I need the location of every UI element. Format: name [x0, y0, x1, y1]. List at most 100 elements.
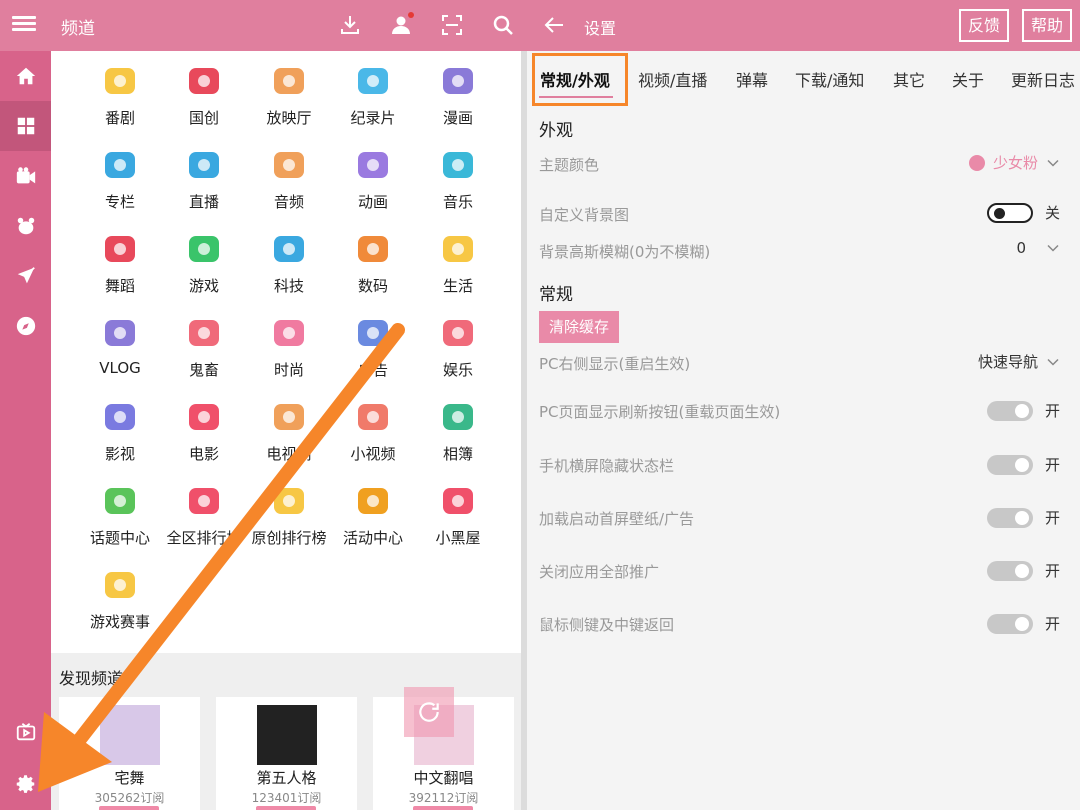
tab-changelog[interactable]: 更新日志 — [1011, 67, 1075, 91]
channel-item[interactable]: 音频 — [247, 145, 331, 212]
channel-item[interactable]: 漫画 — [416, 61, 500, 128]
tab-danmaku[interactable]: 弹幕 — [736, 67, 768, 91]
help-button[interactable]: 帮助 — [1022, 9, 1073, 42]
channel-item[interactable]: 鬼畜 — [162, 313, 246, 380]
tab-other[interactable]: 其它 — [893, 67, 925, 91]
blur-select[interactable]: 0 — [1016, 239, 1060, 257]
channel-label: 广告 — [357, 361, 388, 379]
toggle-row: 开 — [986, 400, 1060, 421]
channel-label: 放映厅 — [266, 109, 312, 127]
setting-toggle[interactable] — [986, 560, 1033, 581]
channel-label: 生活 — [442, 277, 473, 295]
custom-bg-toggle-row: 关 — [986, 202, 1060, 223]
channel-item[interactable]: 广告 — [331, 313, 415, 380]
channel-item[interactable]: 电视剧 — [247, 397, 331, 464]
discover-card-1[interactable]: 宅舞 305262订阅 — [59, 697, 200, 810]
channel-item[interactable]: 国创 — [162, 61, 246, 128]
channel-item[interactable]: 科技 — [247, 229, 331, 296]
fan-icon — [100, 229, 140, 269]
channel-item[interactable]: 全区排行榜 — [162, 481, 246, 548]
channel-item[interactable]: 数码 — [331, 229, 415, 296]
channel-item[interactable]: 小视频 — [331, 397, 415, 464]
channels-title: 频道 — [61, 19, 95, 39]
card-subscribers: 392112订阅 — [408, 791, 479, 805]
refresh-float-button[interactable] — [404, 687, 454, 737]
channel-label: 小视频 — [350, 445, 396, 463]
setting-toggle[interactable] — [986, 454, 1033, 475]
subscribe-bar[interactable] — [99, 806, 159, 810]
channel-item[interactable]: 电影 — [162, 397, 246, 464]
channel-item[interactable]: 纪录片 — [331, 61, 415, 128]
card-thumbnail — [256, 705, 317, 765]
channel-item[interactable]: 娱乐 — [416, 313, 500, 380]
channel-item[interactable]: 生活 — [416, 229, 500, 296]
settings-gear-icon[interactable] — [0, 759, 51, 809]
channel-item[interactable]: 舞蹈 — [78, 229, 162, 296]
channel-item[interactable]: 时尚 — [247, 313, 331, 380]
channel-label: 国创 — [188, 109, 219, 127]
bear-nav-icon[interactable] — [0, 201, 51, 251]
custom-bg-toggle[interactable] — [986, 202, 1033, 223]
tab-download-notify[interactable]: 下载/通知 — [795, 67, 864, 91]
toggle-row: 开 — [986, 613, 1060, 634]
discover-card-2[interactable]: 第五人格 123401订阅 — [216, 697, 357, 810]
menu-icon[interactable] — [12, 13, 36, 37]
setting-toggle[interactable] — [986, 613, 1033, 634]
feedback-button[interactable]: 反馈 — [959, 9, 1010, 42]
plane-nav-icon[interactable] — [0, 251, 51, 301]
channel-item[interactable]: 游戏赛事 — [78, 565, 162, 632]
tab-general-appearance[interactable]: 常规/外观 — [540, 67, 610, 91]
download-icon[interactable] — [336, 11, 364, 39]
setting-toggle[interactable] — [986, 507, 1033, 528]
channel-item[interactable]: 专栏 — [78, 145, 162, 212]
channel-label: 音乐 — [442, 193, 473, 211]
channel-item[interactable]: 动画 — [331, 145, 415, 212]
tab-about[interactable]: 关于 — [952, 67, 984, 91]
search-icon[interactable] — [489, 11, 517, 39]
compass-nav-icon[interactable] — [0, 301, 51, 351]
clear-cache-button[interactable]: 清除缓存 — [539, 311, 620, 343]
channel-item[interactable]: 音乐 — [416, 145, 500, 212]
subscribe-bar[interactable] — [413, 806, 473, 810]
channel-item[interactable]: 影视 — [78, 397, 162, 464]
channel-item[interactable]: 相簿 — [416, 397, 500, 464]
card-thumbnail — [99, 705, 160, 765]
diamond-badge-icon — [269, 481, 309, 521]
user-icon[interactable] — [387, 11, 415, 39]
channel-label: VLOG — [99, 359, 141, 377]
appearance-section-title: 外观 — [539, 121, 573, 141]
theme-color-select[interactable]: 少女粉 — [968, 152, 1060, 173]
channel-item[interactable]: 直播 — [162, 145, 246, 212]
channel-item[interactable]: VLOG — [78, 313, 162, 377]
channel-item[interactable]: 放映厅 — [247, 61, 331, 128]
video-nav-icon[interactable] — [0, 151, 51, 201]
channel-label: 专栏 — [104, 193, 135, 211]
channel-item[interactable]: 小黑屋 — [416, 481, 500, 548]
channel-item[interactable]: 活动中心 — [331, 481, 415, 548]
channel-item[interactable]: 原创排行榜 — [247, 481, 331, 548]
back-arrow-icon[interactable] — [540, 11, 568, 39]
setting-toggle[interactable] — [986, 400, 1033, 421]
vlog-camera-icon — [100, 313, 140, 353]
flag-icon — [353, 481, 393, 521]
channel-label: 活动中心 — [342, 529, 403, 547]
scan-icon[interactable] — [438, 11, 466, 39]
subscribe-bar[interactable] — [256, 806, 316, 810]
magic-wand-icon — [438, 313, 478, 353]
toggle-state: 关 — [1044, 204, 1060, 222]
3d-glasses-icon — [184, 397, 224, 437]
live-tv-nav-icon[interactable] — [0, 707, 51, 757]
pc-right-select[interactable]: 快速导航 — [978, 351, 1060, 372]
channels-nav-icon[interactable] — [0, 101, 51, 151]
home-nav-icon[interactable] — [0, 51, 51, 101]
tv-icon — [100, 61, 140, 101]
toggle-label: 加载启动首屏壁纸/广告 — [539, 510, 695, 528]
channel-label: 影视 — [104, 445, 135, 463]
tab-video-live[interactable]: 视频/直播 — [638, 67, 707, 91]
pc-right-label: PC右侧显示(重启生效) — [539, 355, 691, 373]
channel-item[interactable]: 番剧 — [78, 61, 162, 128]
channel-item[interactable]: 游戏 — [162, 229, 246, 296]
channel-item[interactable]: 话题中心 — [78, 481, 162, 548]
ufo-icon — [269, 229, 309, 269]
play-box-icon — [353, 145, 393, 185]
